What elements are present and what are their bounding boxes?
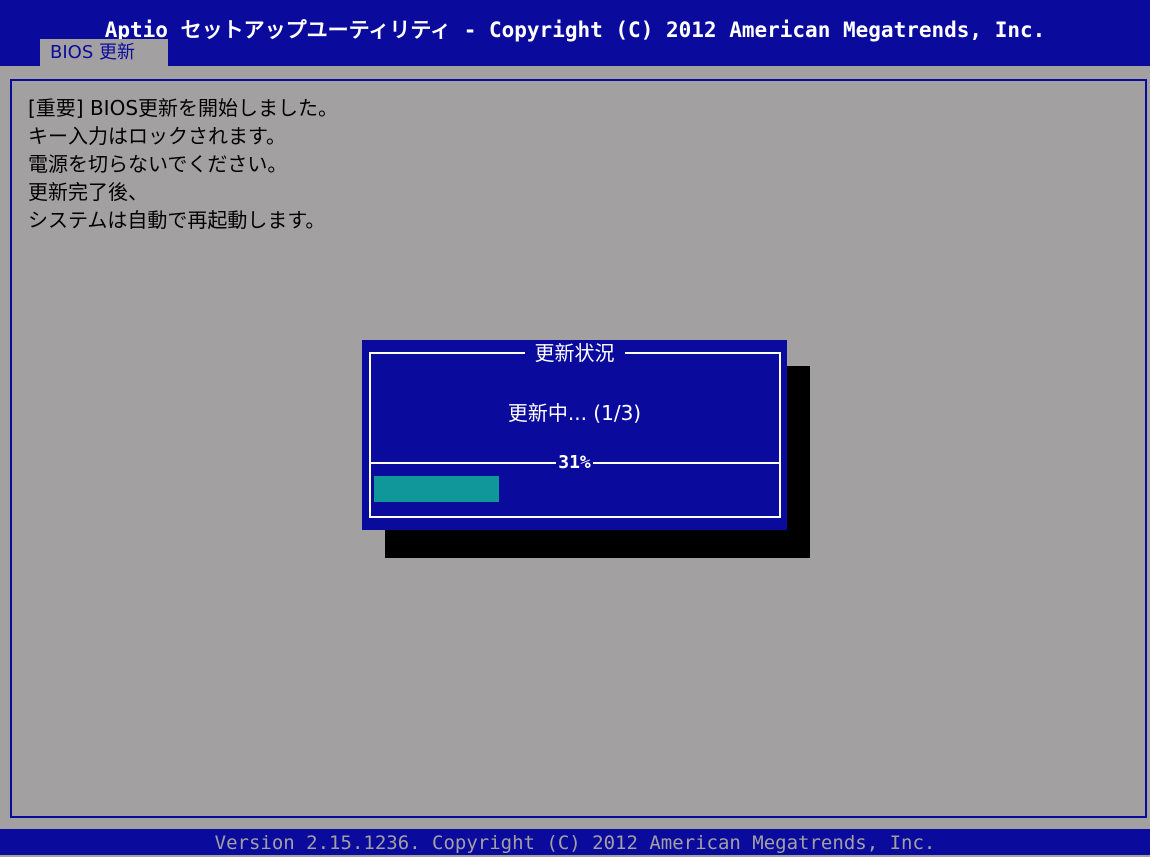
message-line-important: [重要] BIOS更新を開始しました。	[28, 96, 339, 120]
title-bar: Aptio セットアップユーティリティ - Copyright (C) 2012…	[0, 0, 1150, 66]
update-status-text: 更新中... (1/3)	[507, 401, 642, 425]
tab-bios-update[interactable]: BIOS 更新	[40, 39, 168, 66]
update-status-dialog: 更新状況 更新中... (1/3) 31%	[362, 340, 787, 530]
message-line-after-update: 更新完了後、	[28, 180, 148, 204]
message-line-power-warning: 電源を切らないでください。	[28, 152, 288, 176]
warning-message: [重要] BIOS更新を開始しました。 キー入力はロックされます。 電源を切らな…	[28, 94, 338, 234]
footer-bar: Version 2.15.1236. Copyright (C) 2012 Am…	[0, 829, 1150, 855]
progress-percent: 31%	[362, 451, 787, 475]
progress-percent-text: 31%	[556, 452, 593, 473]
progress-bar-fill	[374, 476, 499, 502]
version-text: Version 2.15.1236. Copyright (C) 2012 Am…	[214, 832, 936, 854]
message-line-keys-locked: キー入力はロックされます。	[28, 124, 286, 148]
dialog-title: 更新状況	[362, 340, 787, 366]
progress-bar	[374, 476, 776, 502]
app-title: Aptio セットアップユーティリティ - Copyright (C) 2012…	[104, 18, 1046, 42]
dialog-title-text: 更新状況	[524, 341, 625, 365]
message-line-auto-restart: システムは自動で再起動します。	[28, 208, 326, 232]
